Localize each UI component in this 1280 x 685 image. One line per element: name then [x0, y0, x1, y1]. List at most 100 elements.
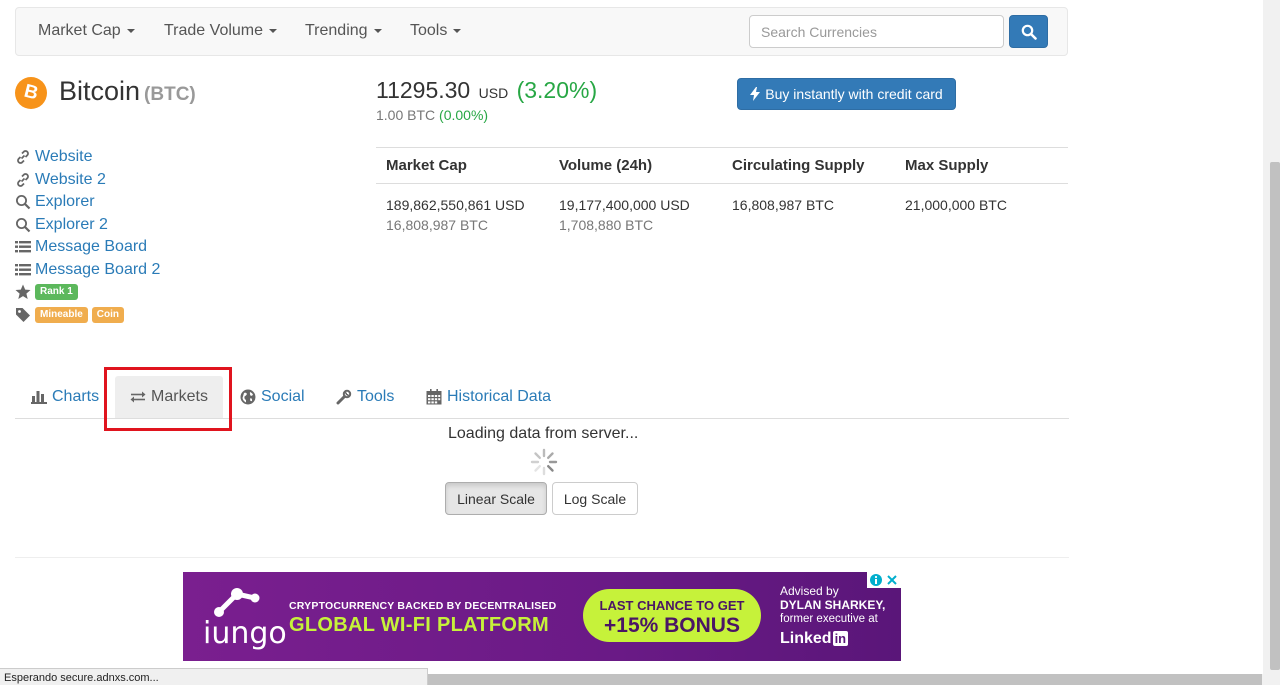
ad-choices[interactable]	[867, 572, 901, 588]
nav-label: Market Cap	[38, 22, 121, 39]
ad-bonus-pill: LAST CHANCE TO GET +15% BONUS	[583, 589, 761, 642]
rank-badge: Rank 1	[35, 284, 78, 301]
circulating-supply: 16,808,987 BTC	[732, 197, 834, 213]
coin-symbol: (BTC)	[144, 84, 196, 105]
tag-badge-mineable: Mineable	[35, 306, 88, 323]
search-icon	[16, 217, 31, 233]
star-icon	[15, 284, 31, 300]
header-max-supply: Max Supply	[895, 147, 1068, 184]
ad-close-icon[interactable]	[886, 574, 898, 586]
link-icon	[17, 172, 29, 187]
link-website-2[interactable]: Website 2	[15, 169, 160, 192]
ad-linkedin-logo: Linked in	[780, 630, 849, 648]
horizontal-scrollbar[interactable]	[428, 674, 1262, 685]
link-label[interactable]: Website 2	[35, 171, 106, 189]
browser-status-bar: Esperando secure.adnxs.com...	[0, 668, 428, 685]
loading-spinner-icon	[530, 448, 558, 476]
tab-tools[interactable]: Tools	[336, 376, 394, 418]
bolt-icon	[750, 87, 761, 101]
link-label[interactable]: Message Board 2	[35, 261, 160, 279]
cell-circulating-supply: 16,808,987 BTC	[722, 184, 895, 247]
tab-label: Historical Data	[447, 388, 552, 405]
table-row: 189,862,550,861 USD 16,808,987 BTC 19,177…	[376, 184, 1068, 247]
link-message-board-2[interactable]: Message Board 2	[15, 259, 160, 282]
list-icon	[15, 263, 31, 276]
price-usd: 11295.30 USD (3.20%)	[376, 77, 597, 104]
buy-button-label: Buy instantly with credit card	[765, 86, 943, 102]
coin-title: Bitcoin (BTC)	[59, 76, 196, 107]
cell-max-supply: 21,000,000 BTC	[895, 184, 1068, 247]
tags-row: Mineable Coin	[15, 304, 160, 327]
log-scale-button[interactable]: Log Scale	[552, 482, 638, 515]
search-icon	[16, 195, 31, 210]
rank-row: Rank 1	[15, 281, 160, 304]
section-divider	[15, 557, 1069, 558]
ad-brand-name: iungo	[203, 616, 287, 651]
link-explorer[interactable]: Explorer	[15, 191, 160, 214]
nav-label: Trade Volume	[164, 22, 264, 39]
calendar-icon	[426, 389, 442, 405]
scrollbar-corner	[1262, 674, 1280, 685]
ad-pill-text-1: LAST CHANCE TO GET	[599, 598, 745, 613]
vertical-scrollbar-thumb[interactable]	[1270, 162, 1280, 670]
ad-linkedin-text: Linked	[780, 630, 832, 647]
search-icon	[1021, 24, 1037, 40]
markets-tab-highlight	[104, 367, 232, 431]
volume-usd: 19,177,400,000 USD	[559, 197, 690, 213]
ad-headline-2: GLOBAL WI-FI PLATFORM	[289, 614, 549, 636]
price-btc: 1.00 BTC (0.00%)	[376, 107, 488, 123]
tab-social[interactable]: Social	[240, 376, 305, 418]
loading-message: Loading data from server...	[448, 425, 639, 442]
cell-market-cap: 189,862,550,861 USD 16,808,987 BTC	[376, 184, 549, 247]
volume-btc: 1,708,880 BTC	[559, 217, 654, 233]
search-currencies-input[interactable]	[749, 15, 1004, 48]
header-circulating-supply: Circulating Supply	[722, 147, 895, 184]
max-supply: 21,000,000 BTC	[905, 197, 1007, 213]
ad-banner[interactable]: iungo CRYPTOCURRENCY BACKED BY DECENTRAL…	[183, 572, 901, 661]
nav-label: Tools	[410, 22, 448, 39]
price-currency: USD	[478, 85, 509, 101]
link-label[interactable]: Message Board	[35, 238, 147, 256]
link-website[interactable]: Website	[15, 146, 160, 169]
buy-with-credit-card-button[interactable]: Buy instantly with credit card	[737, 78, 956, 110]
tab-charts[interactable]: Charts	[31, 376, 99, 418]
price-value: 11295.30	[376, 77, 471, 103]
nav-tools-dropdown[interactable]: Tools	[410, 22, 462, 40]
price-btc-value: 1.00 BTC	[376, 107, 436, 123]
tag-badge-coin: Coin	[91, 306, 125, 323]
link-label[interactable]: Website	[35, 148, 93, 166]
ad-headline-1: CRYPTOCURRENCY BACKED BY DECENTRALISED	[289, 600, 557, 612]
ad-advisor-role: former executive at	[780, 613, 878, 625]
market-cap-usd: 189,862,550,861 USD	[386, 197, 525, 213]
link-label[interactable]: Explorer	[35, 193, 95, 211]
tab-label: Tools	[357, 388, 395, 405]
ad-info-icon[interactable]	[869, 573, 883, 587]
nav-label: Trending	[305, 22, 368, 39]
nav-trade-volume-dropdown[interactable]: Trade Volume	[164, 22, 278, 40]
table-header-row: Market Cap Volume (24h) Circulating Supp…	[376, 147, 1068, 184]
top-navbar: Market Cap Trade Volume Trending Tools	[15, 7, 1068, 56]
search-button[interactable]	[1009, 15, 1048, 48]
ad-advised-by: Advised by	[780, 584, 839, 598]
list-icon	[15, 241, 31, 253]
nav-market-cap-dropdown[interactable]: Market Cap	[38, 22, 135, 40]
price-btc-change: (0.00%)	[439, 107, 489, 123]
caret-down-icon	[126, 28, 135, 33]
coin-name: Bitcoin	[59, 76, 141, 106]
tab-label: Social	[261, 388, 305, 405]
cell-volume: 19,177,400,000 USD 1,708,880 BTC	[549, 184, 722, 247]
ad-advisor-name: DYLAN SHARKEY,	[780, 598, 886, 612]
linear-scale-button[interactable]: Linear Scale	[445, 482, 547, 515]
link-label[interactable]: Explorer 2	[35, 216, 108, 234]
nav-trending-dropdown[interactable]: Trending	[305, 22, 382, 40]
coin-stats-table: Market Cap Volume (24h) Circulating Supp…	[376, 147, 1068, 246]
tag-icon	[16, 307, 30, 322]
header-volume: Volume (24h)	[549, 147, 722, 184]
tab-historical-data[interactable]: Historical Data	[426, 376, 551, 418]
tab-label: Charts	[52, 388, 100, 405]
bar-chart-icon	[31, 391, 47, 404]
caret-down-icon	[269, 28, 278, 33]
link-explorer-2[interactable]: Explorer 2	[15, 214, 160, 237]
price-change: (3.20%)	[516, 77, 598, 103]
link-message-board[interactable]: Message Board	[15, 236, 160, 259]
